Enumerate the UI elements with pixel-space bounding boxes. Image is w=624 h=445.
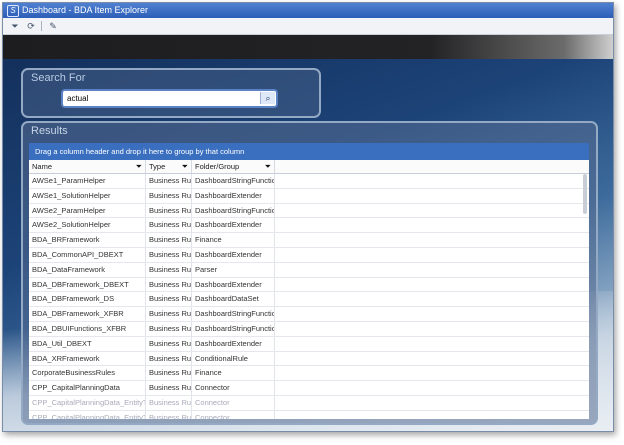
cell-name: BDA_DBFramework_XFBR [29, 307, 146, 321]
cell-type: Business Rule [146, 381, 192, 395]
cell-folder-group: ConditionalRule [192, 351, 275, 366]
column-header-name[interactable]: Name ⏷ [29, 160, 146, 173]
column-header-type[interactable]: Type ⏷ [146, 160, 192, 173]
cell-type: Business Rule [146, 218, 192, 233]
table-row[interactable]: BDA_DBFramework_XFBRBusiness RuleDashboa… [29, 307, 589, 322]
table-row[interactable]: CPP_CapitalPlanningData_EntityTin Busines… [29, 395, 589, 411]
cell-folder-group: DashboardStringFunction [192, 203, 275, 218]
header-band [3, 35, 613, 59]
cell-folder-group: DashboardDataSet [192, 292, 275, 307]
title-bar: S Dashboard - BDA Item Explorer [3, 3, 613, 18]
cell-name: CPP_CapitalPlanningData [29, 381, 146, 395]
cell-name: BDA_BRFramework [29, 233, 146, 247]
toolbar-divider [41, 21, 42, 31]
cell-type: Business Rule [146, 233, 192, 247]
cell-folder-group: Connector [192, 381, 275, 395]
cell-folder-group: DashboardStringFunction [192, 174, 275, 188]
pencil-icon[interactable]: ✎ [47, 20, 59, 32]
cell-type: Business Rule [146, 307, 192, 321]
dashboard-content: Search For ⌕ Results Drag a column heade… [3, 59, 613, 431]
cell-type: Business Rule [146, 174, 192, 188]
search-input[interactable] [67, 92, 242, 104]
table-row[interactable]: BDA_CommonAPI_DBEXTBusiness RuleDashboar… [29, 247, 589, 263]
cell-folder-group: DashboardExtender [192, 188, 275, 203]
cell-name: BDA_Util_DBEXT [29, 336, 146, 351]
results-grid: Drag a column header and drop it here to… [29, 143, 589, 419]
refresh-icon[interactable]: ⟳ [25, 20, 37, 32]
cell-name: BDA_CommonAPI_DBEXT [29, 247, 146, 262]
table-row[interactable]: BDA_Util_DBEXTBusiness RuleDashboardExte… [29, 336, 589, 352]
app-window: S Dashboard - BDA Item Explorer ⏷ ⟳ ✎ Se… [2, 2, 614, 432]
table-row[interactable]: CPP_CapitalPlanningDataBusiness RuleConn… [29, 381, 589, 396]
table-row[interactable]: AWSe2_ParamHelperBusiness RuleDashboardS… [29, 203, 589, 219]
search-box: ⌕ [61, 89, 278, 108]
cell-type: Business Rule [146, 366, 192, 381]
table-row[interactable]: AWSe2_SolutionHelperBusiness RuleDashboa… [29, 218, 589, 234]
filter-icon[interactable]: ⏷ [136, 160, 142, 173]
cell-type: Business Rule [146, 321, 192, 336]
cell-name: BDA_DBFramework_DBEXT [29, 277, 146, 292]
table-row[interactable]: BDA_DataFrameworkBusiness RuleParser [29, 262, 589, 278]
cell-name: BDA_DBUIFunctions_XFBR [29, 321, 146, 336]
filter-icon[interactable]: ⏷ [9, 20, 21, 32]
cell-name: BDA_XRFramework [29, 351, 146, 366]
cell-folder-group: DashboardExtender [192, 247, 275, 262]
table-row[interactable]: BDA_DBUIFunctions_XFBRBusiness RuleDashb… [29, 321, 589, 337]
table-row[interactable]: CorporateBusinessRulesBusiness RuleFinan… [29, 366, 589, 382]
cell-name: BDA_DBFramework_DS [29, 292, 146, 307]
table-row[interactable]: AWSe1_SolutionHelperBusiness RuleDashboa… [29, 188, 589, 204]
cell-name: AWSe1_ParamHelper [29, 174, 146, 188]
results-panel-title: Results [31, 125, 68, 137]
cell-folder-group: DashboardStringFunction [192, 321, 275, 336]
cell-name: BDA_DataFramework [29, 262, 146, 277]
filter-icon[interactable]: ⏷ [265, 160, 271, 173]
cell-folder-group: DashboardExtender [192, 336, 275, 351]
cell-type: Business Rule [146, 277, 192, 292]
cell-folder-group: Finance [192, 233, 275, 247]
cell-folder-group: Connector [192, 395, 275, 410]
cell-folder-group: Parser [192, 262, 275, 277]
cell-type: Business Rule [146, 262, 192, 277]
cell-type: Business Rule [146, 410, 192, 419]
column-header-row: Name ⏷ Type ⏷ Folder/Group ⏷ [29, 160, 589, 174]
cell-type: Business Rule [146, 336, 192, 351]
cell-folder-group: Connector [192, 410, 275, 419]
cell-type: Business Rule [146, 247, 192, 262]
search-panel: Search For ⌕ [21, 68, 321, 118]
cell-folder-group: DashboardExtender [192, 218, 275, 233]
cell-type: Business Rule [146, 188, 192, 203]
table-row[interactable]: BDA_DBFramework_DBEXTBusiness RuleDashbo… [29, 277, 589, 293]
toolbar: ⏷ ⟳ ✎ [3, 18, 613, 35]
table-row[interactable]: AWSe1_ParamHelperBusiness RuleDashboardS… [29, 174, 589, 189]
app-logo-icon: S [7, 5, 19, 17]
cell-name: CorporateBusinessRules [29, 366, 146, 381]
cell-type: Business Rule [146, 292, 192, 307]
filter-icon[interactable]: ⏷ [182, 160, 188, 173]
cell-name: AWSe2_ParamHelper [29, 203, 146, 218]
vertical-scrollbar[interactable] [583, 174, 587, 214]
group-by-bar[interactable]: Drag a column header and drop it here to… [29, 143, 589, 160]
table-row[interactable]: BDA_BRFrameworkBusiness RuleFinance [29, 233, 589, 248]
cell-name: AWSe1_SolutionHelper [29, 188, 146, 203]
results-rows: AWSe1_ParamHelperBusiness RuleDashboardS… [29, 174, 589, 419]
cell-name: AWSe2_SolutionHelper [29, 218, 146, 233]
search-icon[interactable]: ⌕ [260, 92, 275, 104]
cell-type: Business Rule [146, 395, 192, 410]
table-row[interactable]: CPP_CapitalPlanningData_EntityTout Busine… [29, 410, 589, 419]
cell-folder-group: DashboardExtender [192, 277, 275, 292]
cell-folder-group: DashboardStringFunction [192, 307, 275, 321]
column-header-folder-group[interactable]: Folder/Group ⏷ [192, 160, 275, 173]
window-title: Dashboard - BDA Item Explorer [22, 5, 149, 15]
cell-type: Business Rule [146, 351, 192, 366]
search-panel-title: Search For [31, 72, 86, 84]
cell-folder-group: Finance [192, 366, 275, 381]
cell-name: CPP_CapitalPlanningData_EntityTin [29, 395, 146, 410]
table-row[interactable]: BDA_DBFramework_DSBusiness RuleDashboard… [29, 292, 589, 308]
results-panel: Results Drag a column header and drop it… [21, 121, 598, 425]
table-row[interactable]: BDA_XRFrameworkBusiness RuleConditionalR… [29, 351, 589, 367]
cell-name: CPP_CapitalPlanningData_EntityTout [29, 410, 146, 419]
cell-type: Business Rule [146, 203, 192, 218]
